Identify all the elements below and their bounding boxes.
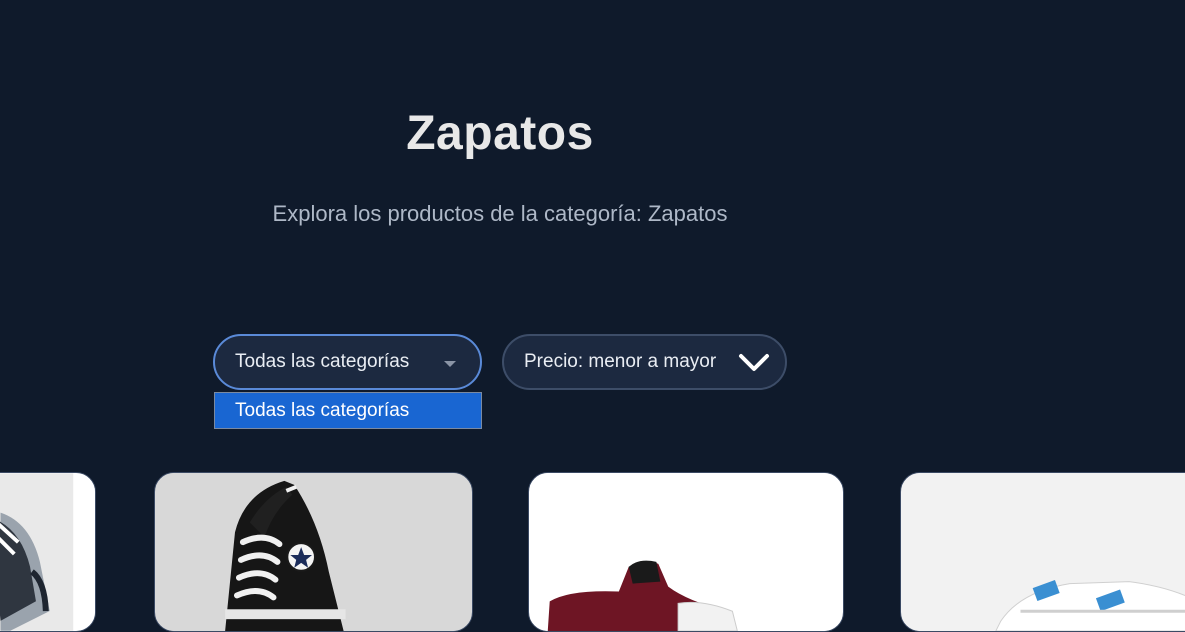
sort-select-value: Precio: menor a mayor	[524, 351, 717, 372]
category-select-value: Todas las categorías	[235, 351, 410, 372]
product-card[interactable]	[900, 472, 1185, 632]
product-image-converse-black	[155, 473, 472, 631]
product-card[interactable]	[528, 472, 844, 632]
page-subtitle: Explora los productos de la categoría: Z…	[272, 201, 728, 226]
caret-down-icon	[444, 361, 456, 367]
product-card[interactable]	[154, 472, 473, 632]
sort-select[interactable]: Precio: menor a mayor	[502, 334, 787, 390]
category-dropdown: Todas las categorías	[214, 392, 482, 429]
page-title: Zapatos	[406, 107, 594, 160]
product-image-white-sneaker	[902, 473, 1185, 631]
category-option[interactable]: Todas las categorías	[215, 393, 481, 428]
product-card[interactable]	[0, 472, 96, 632]
chevron-down-icon	[739, 354, 769, 371]
product-image-burgundy-hightop	[529, 473, 843, 631]
category-select[interactable]: Todas las categorías	[213, 334, 482, 390]
product-image-sneaker-grey	[0, 473, 95, 631]
